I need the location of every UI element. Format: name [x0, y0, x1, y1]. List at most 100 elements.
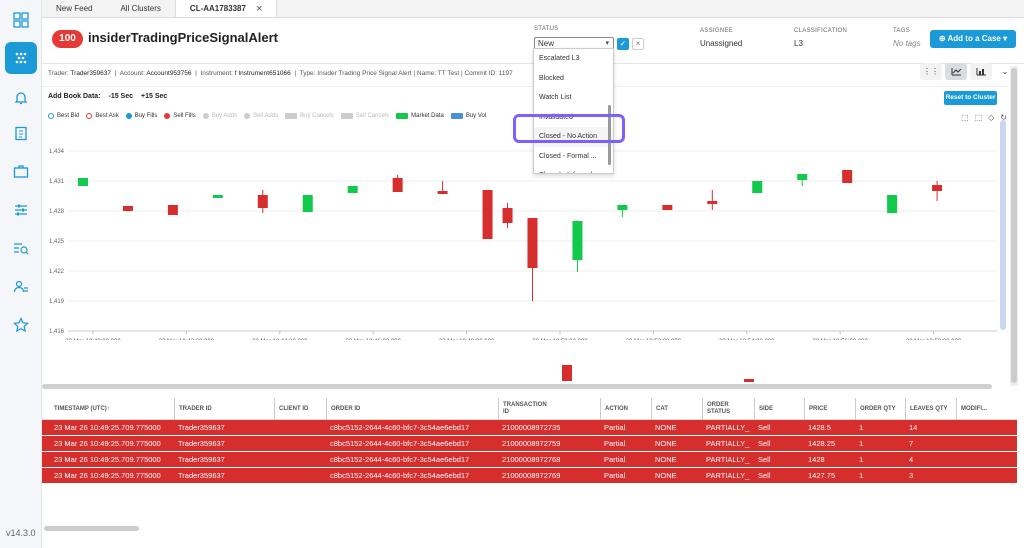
- page-scrollbar[interactable]: [1011, 68, 1017, 383]
- table-cell: 1: [859, 423, 864, 432]
- table-cell: Sell: [758, 471, 771, 480]
- pan-icon[interactable]: ◇: [988, 113, 994, 122]
- legend-item[interactable]: Buy Cancels: [285, 113, 334, 119]
- tab-new-feed[interactable]: New Feed: [42, 0, 106, 17]
- table-row[interactable]: 23 Mar 26 10:49:25.709.775000 Trader35963…: [42, 436, 1017, 452]
- assignee-label: ASSIGNEE: [700, 28, 734, 34]
- table-cell: Trader359637: [178, 455, 225, 464]
- chart-vertical-scrollbar[interactable]: [1000, 120, 1006, 330]
- bell-icon[interactable]: [9, 86, 33, 110]
- status-option[interactable]: Escalated L3: [534, 49, 613, 69]
- legend-item[interactable]: Sell Adds: [244, 113, 278, 119]
- table-row[interactable]: 23 Mar 26 10:49:25.709.775000 Trader35963…: [42, 468, 1017, 484]
- table-horizontal-scrollbar[interactable]: [44, 526, 139, 531]
- legend-marker: [285, 113, 298, 119]
- line-chart-icon[interactable]: [945, 63, 967, 80]
- cancel-status-button[interactable]: ×: [632, 38, 644, 50]
- legend-item[interactable]: Best Ask: [86, 113, 119, 119]
- table-cell: Trader359637: [178, 423, 225, 432]
- legend-item[interactable]: Sell Cancels: [340, 113, 389, 119]
- legend-label: Buy Adds: [211, 113, 238, 119]
- plus-15-button[interactable]: +15 Sec: [141, 93, 167, 100]
- sliders-icon[interactable]: [9, 198, 33, 222]
- column-header[interactable]: TRANSACTION ID: [498, 398, 547, 420]
- add-to-case-button[interactable]: ⊕ Add to a Case ▾: [930, 30, 1016, 48]
- table-body: 23 Mar 26 10:49:25.709.775000 Trader35963…: [42, 420, 1017, 484]
- table-cell: c8bc5152-2644-4c60-bfc7-3c54ae6ebd17: [330, 423, 470, 432]
- legend-item[interactable]: Buy Adds: [202, 113, 238, 119]
- column-header-label: ORDER ID: [331, 405, 361, 412]
- zoom-select-icon[interactable]: ⬚: [961, 113, 969, 122]
- column-header[interactable]: TIMESTAMP (UTC) ↑: [54, 398, 110, 420]
- users-icon[interactable]: [9, 275, 33, 299]
- close-tab-icon[interactable]: ×: [256, 0, 262, 18]
- dashboard-icon[interactable]: [9, 8, 33, 32]
- candle-body: [302, 195, 313, 212]
- table-cell: 1428.5: [808, 423, 831, 432]
- column-header[interactable]: SIDE: [754, 398, 773, 420]
- instrument-value: f Instrument651066: [234, 70, 291, 77]
- zoom-reset-icon[interactable]: ⬚: [975, 113, 983, 122]
- clusters-icon[interactable]: [5, 42, 37, 74]
- classification-value[interactable]: L3: [794, 39, 803, 48]
- y-tick-label: 1,419: [49, 299, 65, 305]
- x-tick-label: 23 Mar 10:44:00.000: [252, 339, 308, 340]
- column-header[interactable]: ORDER QTY: [855, 398, 896, 420]
- column-header[interactable]: ORDER STATUS: [702, 398, 748, 420]
- legend-item[interactable]: Best Bid: [48, 113, 79, 119]
- book-data-label: Add Book Data:: [48, 93, 101, 100]
- column-header[interactable]: PRICE: [804, 398, 827, 420]
- grid-view-icon[interactable]: ⋮⋮: [920, 63, 942, 80]
- confirm-status-button[interactable]: ✓: [617, 38, 629, 50]
- legend-item[interactable]: Market Data: [396, 113, 444, 119]
- sort-arrow-icon[interactable]: ↑: [107, 406, 110, 413]
- tags-value[interactable]: No tags: [893, 39, 921, 48]
- table-cell: 14: [909, 423, 918, 432]
- assignee-value[interactable]: Unassigned: [700, 39, 742, 48]
- plus-icon: ⊕: [938, 34, 948, 43]
- candle-body: [797, 174, 808, 180]
- tab-all-clusters[interactable]: All Clusters: [106, 0, 174, 17]
- table-cell: Sell: [758, 439, 771, 448]
- column-header[interactable]: ACTION: [600, 398, 628, 420]
- status-option[interactable]: Closed - Informal...: [534, 166, 613, 173]
- search-list-icon[interactable]: [9, 236, 33, 260]
- candlestick-chart[interactable]: 1,416 1,419 1,422 1,425 1,428 1,431 1,434 23 Ma…: [42, 125, 1007, 340]
- app-version: v14.3.0: [6, 528, 36, 538]
- clipboard-icon[interactable]: [9, 121, 33, 145]
- column-header[interactable]: CAT: [651, 398, 668, 420]
- column-header[interactable]: CLIENT ID: [274, 398, 308, 420]
- table-row[interactable]: 23 Mar 26 10:49:25.709.775000 Trader35963…: [42, 420, 1017, 436]
- column-header[interactable]: TRADER ID: [174, 398, 212, 420]
- tab-cluster[interactable]: CL-AA1783387 ×: [174, 0, 278, 18]
- account-value: Account953756: [146, 70, 192, 77]
- status-option[interactable]: Blocked: [534, 69, 613, 89]
- column-header[interactable]: MODIFI...: [956, 398, 987, 420]
- x-tick-label: 23 Mar 10:50:00.000: [532, 339, 588, 340]
- y-tick-label: 1,434: [49, 149, 65, 155]
- star-icon[interactable]: [9, 313, 33, 337]
- status-option[interactable]: Watch List: [534, 88, 613, 108]
- x-tick-label: 23 Mar 10:58:00.000: [906, 339, 962, 340]
- chevron-down-icon: ▾: [1000, 34, 1008, 43]
- table-cell: Trader359637: [178, 439, 225, 448]
- column-header[interactable]: LEAVES QTY: [905, 398, 948, 420]
- y-tick-label: 1,428: [49, 209, 65, 215]
- bar-chart-icon[interactable]: [970, 63, 992, 80]
- column-header[interactable]: ORDER ID: [326, 398, 360, 420]
- legend-label: Sell Adds: [253, 113, 279, 119]
- legend-item[interactable]: Sell Fills: [164, 113, 196, 119]
- table-cell: PARTIALLY_: [706, 423, 750, 432]
- y-tick-label: 1,422: [49, 269, 65, 275]
- legend-item[interactable]: Buy Fills: [125, 113, 157, 119]
- chart-horizontal-scrollbar[interactable]: [42, 384, 992, 389]
- briefcase-icon[interactable]: [9, 159, 33, 183]
- table-header: TIMESTAMP (UTC) ↑ TRADER ID CLIENT ID ORDER…: [42, 398, 1017, 420]
- table-cell: 1: [859, 439, 864, 448]
- minus-15-button[interactable]: -15 Sec: [109, 93, 134, 100]
- table-row[interactable]: 23 Mar 26 10:49:25.709.775000 Trader35963…: [42, 452, 1017, 468]
- status-option[interactable]: Closed - Formal ...: [534, 147, 613, 167]
- legend-item[interactable]: Buy Vol: [450, 113, 486, 119]
- status-value: New: [538, 39, 555, 48]
- reset-to-cluster-button[interactable]: Reset to Cluster: [944, 91, 997, 105]
